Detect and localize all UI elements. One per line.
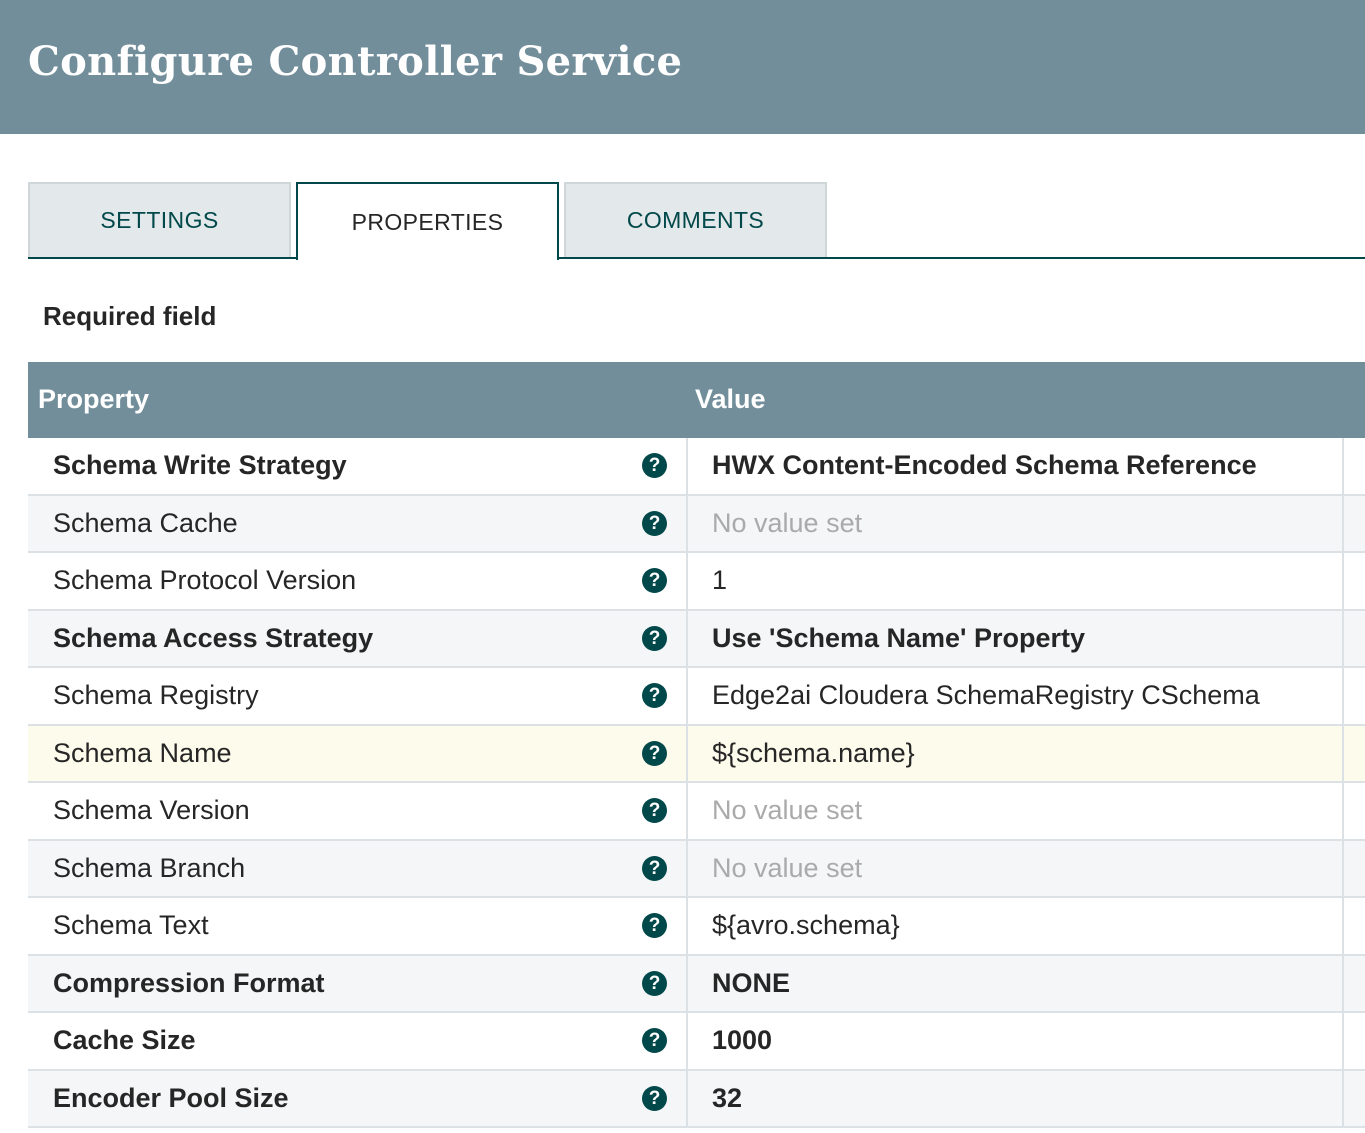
tab-settings[interactable]: SETTINGS (28, 182, 291, 259)
column-divider (1342, 1013, 1344, 1069)
column-divider (686, 725, 688, 781)
help-icon[interactable]: ? (642, 683, 667, 708)
column-divider (1342, 553, 1344, 609)
dialog-title: Configure Controller Service (28, 38, 683, 85)
property-name: Schema Access Strategy (53, 622, 374, 653)
column-header-value[interactable]: Value (695, 384, 766, 415)
table-row[interactable]: Schema Protocol Version? 1 (28, 553, 1365, 611)
help-icon[interactable]: ? (642, 913, 667, 938)
tab-comments[interactable]: COMMENTS (564, 182, 827, 259)
dialog-header: Configure Controller Service (0, 0, 1365, 134)
property-name: Encoder Pool Size (53, 1082, 289, 1113)
column-divider (1342, 840, 1344, 896)
help-icon[interactable]: ? (642, 855, 667, 881)
table-body: Schema Write Strategy? HWX Content-Encode… (28, 438, 1365, 1128)
column-divider (1342, 725, 1344, 781)
column-divider (1342, 610, 1344, 666)
table-row[interactable]: Schema Registry? Edge2ai Cloudera SchemaR… (28, 668, 1365, 726)
property-name: Schema Branch (53, 852, 246, 883)
help-icon[interactable]: ? (642, 1085, 667, 1111)
property-value[interactable]: 32 (712, 1083, 742, 1114)
column-divider (1342, 1070, 1344, 1126)
column-divider (686, 840, 688, 896)
table-row[interactable]: Schema Name? ${schema.name} (28, 725, 1365, 783)
property-name: Schema Registry (53, 680, 259, 710)
property-value[interactable]: No value set (712, 508, 862, 539)
column-divider (686, 495, 688, 551)
help-icon[interactable]: ? (642, 1028, 667, 1053)
column-divider (686, 1070, 688, 1126)
property-name: Schema Version (53, 795, 250, 825)
property-value[interactable]: Edge2ai Cloudera SchemaRegistry CSchema (712, 680, 1260, 711)
properties-table: Property Value Schema Write Strategy? HWX… (28, 362, 1365, 1128)
column-divider (686, 668, 688, 724)
column-divider (1342, 438, 1344, 494)
property-value[interactable]: No value set (712, 795, 862, 826)
column-divider (686, 1013, 688, 1069)
help-icon[interactable]: ? (642, 740, 667, 766)
table-row[interactable]: Schema Cache? No value set (28, 495, 1365, 553)
required-field-legend: Required field (43, 301, 217, 331)
column-divider (1342, 955, 1344, 1011)
table-row[interactable]: Compression Format? NONE (28, 955, 1365, 1013)
column-divider (686, 898, 688, 954)
table-row[interactable]: Schema Text? ${avro.schema} (28, 898, 1365, 956)
help-icon[interactable]: ? (642, 453, 667, 478)
property-name: Schema Protocol Version (53, 565, 357, 595)
property-name: Cache Size (53, 1025, 196, 1055)
property-name: Schema Cache (53, 507, 238, 538)
tab-properties[interactable]: PROPERTIES (296, 182, 559, 260)
property-name: Schema Name (53, 737, 232, 768)
table-header: Property Value (28, 362, 1365, 438)
help-icon[interactable]: ? (642, 970, 667, 996)
table-row[interactable]: Encoder Pool Size? 32 (28, 1070, 1365, 1128)
help-icon[interactable]: ? (642, 798, 667, 823)
column-divider (686, 955, 688, 1011)
help-icon[interactable]: ? (642, 568, 667, 593)
column-divider (686, 553, 688, 609)
help-icon[interactable]: ? (642, 510, 667, 536)
property-name: Schema Write Strategy (53, 450, 347, 480)
property-name: Compression Format (53, 967, 325, 998)
property-value[interactable]: ${avro.schema} (712, 910, 900, 941)
property-value[interactable]: ${schema.name} (712, 738, 915, 769)
column-divider (686, 610, 688, 666)
table-row[interactable]: Cache Size? 1000 (28, 1013, 1365, 1071)
column-divider (1342, 668, 1344, 724)
property-value[interactable]: HWX Content-Encoded Schema Reference (712, 450, 1257, 481)
help-icon[interactable]: ? (642, 625, 667, 651)
property-value[interactable]: 1 (712, 565, 727, 596)
table-row[interactable]: Schema Access Strategy? Use 'Schema Name'… (28, 610, 1365, 668)
column-divider (686, 783, 688, 839)
property-name: Schema Text (53, 910, 209, 940)
table-row[interactable]: Schema Write Strategy? HWX Content-Encode… (28, 438, 1365, 496)
tab-bar-underline (28, 257, 1365, 259)
property-value[interactable]: No value set (712, 853, 862, 884)
table-row[interactable]: Schema Branch? No value set (28, 840, 1365, 898)
column-divider (1342, 898, 1344, 954)
column-divider (1342, 783, 1344, 839)
table-row[interactable]: Schema Version? No value set (28, 783, 1365, 841)
column-header-property[interactable]: Property (38, 384, 149, 415)
property-value[interactable]: Use 'Schema Name' Property (712, 623, 1085, 654)
column-divider (686, 438, 688, 494)
column-divider (1342, 495, 1344, 551)
property-value[interactable]: NONE (712, 968, 790, 999)
property-value[interactable]: 1000 (712, 1025, 772, 1056)
